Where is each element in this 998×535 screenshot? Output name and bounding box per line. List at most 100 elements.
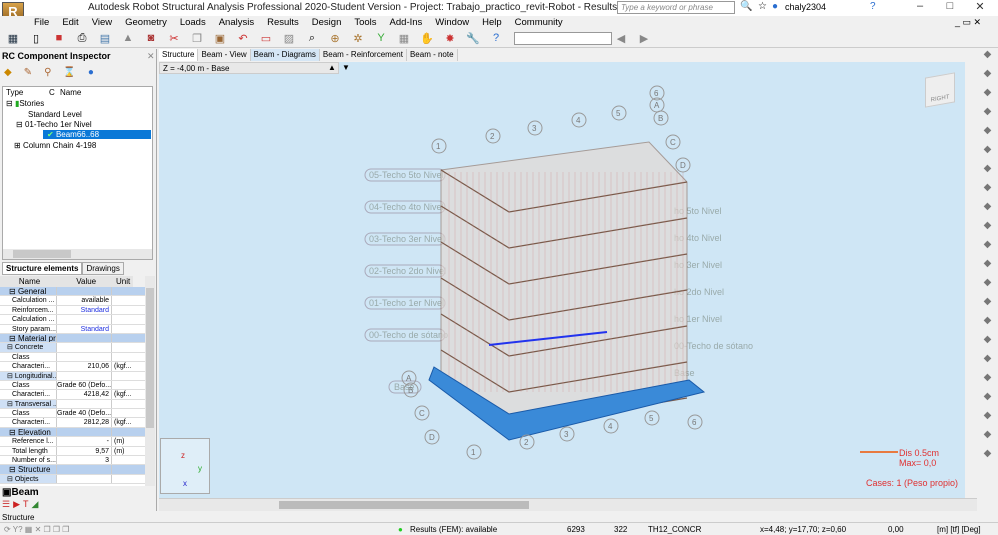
- property-value[interactable]: Grade 60 (Defo...: [57, 380, 112, 390]
- vertical-scrollbar[interactable]: [145, 276, 155, 486]
- user-name[interactable]: chaly2304: [785, 2, 826, 12]
- status-units[interactable]: [m] [tf] [Deg]: [937, 525, 981, 534]
- property-row[interactable]: Reference l... - (m): [0, 437, 146, 447]
- tab-structure-elements[interactable]: Structure elements: [2, 262, 83, 275]
- property-row[interactable]: Class Grade 40 (Defo...: [0, 409, 146, 419]
- structure-model[interactable]: 05-Techo 5to Nivel 04-Techo 4to Nivel 03-T…: [159, 62, 965, 498]
- side-tool-icon[interactable]: ◆: [977, 277, 998, 296]
- open-icon[interactable]: ◆: [4, 67, 12, 78]
- property-row[interactable]: Class: [0, 352, 146, 363]
- property-row[interactable]: Calculation ...: [0, 315, 146, 325]
- maximize-button[interactable]: □: [935, 0, 965, 12]
- menu-edit[interactable]: Edit: [62, 16, 78, 29]
- filter-icon[interactable]: ⚲: [44, 67, 51, 78]
- property-row[interactable]: Calculation ... available: [0, 296, 146, 306]
- preview-icon[interactable]: ▲: [119, 30, 137, 46]
- property-value[interactable]: Standard: [57, 324, 112, 333]
- window-icon[interactable]: ▨: [280, 30, 298, 46]
- property-group[interactable]: ⊟ Elevation: [0, 427, 146, 438]
- property-group[interactable]: ⊟ Transversal ...: [0, 399, 146, 410]
- horizontal-scrollbar[interactable]: [3, 249, 152, 259]
- property-row[interactable]: Characteri... 4218,42 (kgf...: [0, 390, 146, 400]
- property-row[interactable]: Story param... Standard: [0, 324, 146, 334]
- close-panel-icon[interactable]: ✕: [147, 51, 155, 62]
- side-tool-icon[interactable]: ◆: [977, 334, 998, 353]
- tab-beam-view[interactable]: Beam - View: [198, 49, 251, 61]
- gear-icon[interactable]: ✲: [349, 30, 367, 46]
- property-group[interactable]: ⊟ Material properties: [0, 333, 146, 344]
- 3d-viewport[interactable]: 05-Techo 5to Nivel 04-Techo 4to Nivel 03-T…: [159, 62, 965, 498]
- property-value[interactable]: 3: [57, 456, 112, 465]
- side-tool-icon[interactable]: ◆: [977, 182, 998, 201]
- book-icon[interactable]: ▤: [96, 30, 114, 46]
- search-input[interactable]: Type a keyword or phrase: [617, 1, 735, 14]
- tab-beam-note[interactable]: Beam - note: [406, 49, 458, 61]
- property-value[interactable]: Standard: [57, 305, 112, 315]
- side-tool-icon[interactable]: ◆: [977, 49, 998, 68]
- structure-icon[interactable]: ✸: [441, 30, 459, 46]
- layout-icon[interactable]: ▦: [4, 30, 22, 46]
- menu-results[interactable]: Results: [267, 16, 299, 29]
- level-down-button[interactable]: ▼: [342, 63, 350, 72]
- camera-icon[interactable]: ◙: [142, 30, 160, 46]
- property-value[interactable]: 2812,28: [57, 418, 112, 427]
- property-group[interactable]: ⊟ Objects: [0, 474, 146, 485]
- property-row[interactable]: Number of s... 3: [0, 456, 146, 466]
- menu-tools[interactable]: Tools: [354, 16, 376, 29]
- side-tool-icon[interactable]: ◆: [977, 410, 998, 429]
- side-tool-icon[interactable]: ◆: [977, 163, 998, 182]
- selection-icon[interactable]: Y: [372, 30, 390, 46]
- menu-add-ins[interactable]: Add-Ins: [390, 16, 423, 29]
- forward-arrow-icon[interactable]: ▶: [635, 30, 653, 46]
- copy-icon[interactable]: ❐: [188, 30, 206, 46]
- menu-file[interactable]: File: [34, 16, 49, 29]
- side-tool-icon[interactable]: ◆: [977, 125, 998, 144]
- list-icon[interactable]: ☰: [2, 499, 10, 510]
- property-value[interactable]: [57, 315, 112, 324]
- back-arrow-icon[interactable]: ◀: [612, 30, 630, 46]
- side-tool-icon[interactable]: ◆: [977, 258, 998, 277]
- tab-structure[interactable]: Structure: [159, 49, 199, 61]
- zoom-icon[interactable]: ⌕: [303, 30, 321, 46]
- tree-item-column-chain[interactable]: ⊞ Column Chain 4-198: [14, 141, 96, 150]
- tree-item-beam[interactable]: ✔ Beam66..68: [43, 130, 151, 139]
- tab-drawings[interactable]: Drawings: [82, 262, 124, 275]
- menu-help[interactable]: Help: [482, 16, 502, 29]
- property-value[interactable]: -: [57, 437, 112, 446]
- wrench-icon[interactable]: 🔧: [464, 30, 482, 46]
- mdi-controls[interactable]: _ ▭ ✕: [955, 17, 981, 28]
- star-icon[interactable]: ☆: [758, 1, 767, 12]
- menu-loads[interactable]: Loads: [180, 16, 206, 29]
- menu-window[interactable]: Window: [435, 16, 469, 29]
- building-front[interactable]: [440, 141, 688, 425]
- help-icon[interactable]: ?: [870, 1, 876, 12]
- cut-icon[interactable]: ✂: [165, 30, 183, 46]
- level-selector[interactable]: Z = -4,00 m - Base: [159, 62, 339, 74]
- tree-item-story[interactable]: ⊟ 01-Techo 1er Nivel: [16, 120, 92, 129]
- side-tool-icon[interactable]: ◆: [977, 448, 998, 467]
- property-value[interactable]: available: [57, 296, 112, 305]
- property-group[interactable]: ⊟ Longitudinal...: [0, 371, 146, 381]
- side-tool-icon[interactable]: ◆: [977, 239, 998, 258]
- property-row[interactable]: Characteri... 210,06 (kgf...: [0, 362, 146, 372]
- property-value[interactable]: Grade 40 (Defo...: [57, 409, 112, 418]
- menu-analysis[interactable]: Analysis: [219, 16, 254, 29]
- menu-design[interactable]: Design: [312, 16, 342, 29]
- side-tool-icon[interactable]: ◆: [977, 106, 998, 125]
- side-tool-icon[interactable]: ◆: [977, 68, 998, 87]
- close-button[interactable]: ✕: [965, 0, 995, 13]
- paste-icon[interactable]: ▣: [211, 30, 229, 46]
- tab-beam-reinforcement[interactable]: Beam - Reinforcement: [319, 49, 407, 61]
- toolbar-combo[interactable]: [514, 31, 612, 45]
- table-icon[interactable]: ▭: [257, 30, 275, 46]
- side-tool-icon[interactable]: ◆: [977, 353, 998, 372]
- menu-view[interactable]: View: [92, 16, 112, 29]
- property-group[interactable]: ⊟ Structure: [0, 465, 146, 475]
- grid-icon[interactable]: ▦: [395, 30, 413, 46]
- menu-geometry[interactable]: Geometry: [125, 16, 167, 29]
- tab-beam[interactable]: ▣Beam: [2, 487, 39, 498]
- save-icon[interactable]: ■: [50, 30, 68, 46]
- clear-filter-icon[interactable]: ⌛: [63, 67, 75, 78]
- undo-icon[interactable]: ↶: [234, 30, 252, 46]
- property-group[interactable]: ⊟ General: [0, 287, 146, 297]
